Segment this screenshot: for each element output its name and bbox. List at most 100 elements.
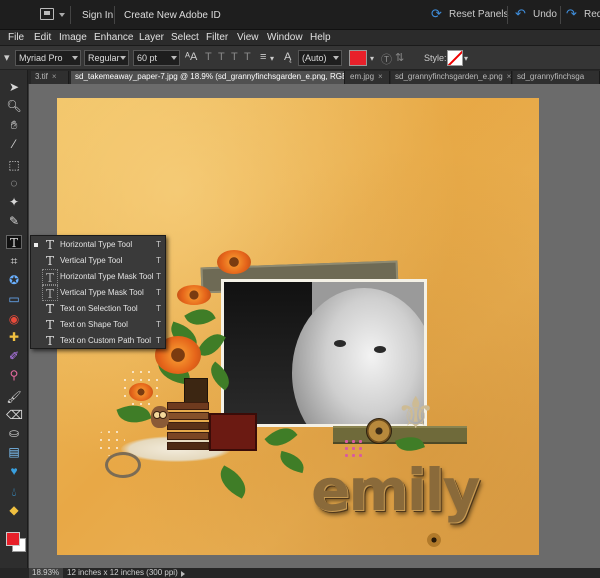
zoom-level[interactable]: 18.93% [29,568,63,578]
eraser-tool-icon[interactable]: ⌫ [6,408,23,422]
blur-tool-icon[interactable]: 💧︎ [6,485,22,499]
smart-brush-tool-icon[interactable]: ✐ [6,349,22,363]
undo-button[interactable]: Undo [533,9,557,20]
style-picker[interactable] [447,50,463,66]
faux-italic-icon[interactable]: T [218,51,225,63]
divider [114,6,115,24]
foreground-color-swatch[interactable] [6,532,20,546]
magic-wand-tool-icon[interactable]: ✦ [6,195,22,209]
straighten-tool-icon[interactable]: ▭ [6,292,22,306]
shortcut-label: T [156,272,161,281]
chevron-down-icon[interactable] [59,13,65,17]
font-style-select[interactable]: Regular [84,50,129,66]
menu-item-label: Vertical Type Tool [60,256,123,265]
tab-document-3[interactable]: em.jpg × [346,71,390,84]
undo-icon[interactable]: ↶ [515,7,526,21]
chevron-down-icon[interactable]: ▾ [270,54,274,63]
divider [70,6,71,24]
eyedropper-tool-icon[interactable]: ⁄ [6,137,22,151]
lasso-tool-icon[interactable]: ◌ [6,176,22,190]
clone-stamp-tool-icon[interactable]: ⚲ [6,368,22,382]
menu-item-label: Text on Custom Path Tool [60,336,152,345]
chevron-down-icon[interactable]: ▾ [464,54,468,63]
chevron-right-icon[interactable] [181,571,185,577]
tab-document-5[interactable]: sd_grannyfinchsga [513,71,600,84]
menu-filter[interactable]: Filter [206,32,228,43]
menu-view[interactable]: View [237,32,259,43]
quick-selection-tool-icon[interactable]: ✎ [6,214,22,228]
hand-tool-icon[interactable]: ✋︎ [6,118,22,132]
type-tool-icon[interactable]: T [6,235,22,250]
chevron-down-icon[interactable]: ▾ [370,54,374,63]
status-bar-left [0,568,29,578]
sponge-tool-icon[interactable]: ◆ [6,503,22,517]
zoom-tool-icon[interactable]: 🔍︎ [6,99,22,113]
leading-select[interactable]: (Auto) [298,50,342,66]
tab-document-4[interactable]: sd_grannyfinchsgarden_e.png × [391,71,512,84]
tab-label: 3.tif [35,72,48,81]
menu-item-vertical-type-mask-tool[interactable]: T Vertical Type Mask Tool T [31,285,167,301]
brush-tool-icon[interactable]: 🖌︎ [6,390,22,404]
text-color-swatch[interactable] [349,50,367,66]
paint-bucket-tool-icon[interactable]: ⛀ [6,426,22,440]
close-icon[interactable]: × [378,72,383,81]
menu-item-label: Horizontal Type Mask Tool [60,272,154,281]
menu-file[interactable]: File [8,32,24,43]
document-info: 12 inches x 12 inches (300 ppi) [67,568,178,577]
anti-alias-icon[interactable]: ᴬA [185,51,197,63]
change-orientation-icon[interactable]: ⇅ [395,51,404,64]
menu-item-text-on-custom-path-tool[interactable]: T Text on Custom Path Tool T [31,333,167,349]
menu-window[interactable]: Window [267,32,303,43]
menu-item-horizontal-type-mask-tool[interactable]: T Horizontal Type Mask Tool T [31,269,167,285]
faux-bold-icon[interactable]: T [205,51,212,63]
menu-image[interactable]: Image [59,32,87,43]
close-icon[interactable]: × [507,72,511,81]
tab-document-2[interactable]: sd_takemeaway_paper-7.jpg @ 18.9% (sd_gr… [71,71,345,84]
reset-panels-icon[interactable]: ⟳ [431,7,442,21]
menu-enhance[interactable]: Enhance [94,32,133,43]
sign-in-link[interactable]: Sign In [82,10,113,21]
menu-item-label: Horizontal Type Tool [60,240,133,249]
gradient-tool-icon[interactable]: ▤ [6,445,22,459]
tool-preset-icon[interactable]: ▾ [4,51,10,64]
reset-panels-button[interactable]: Reset Panels [449,9,508,20]
type-tool-flyout-menu: T Horizontal Type Tool T T Vertical Type… [30,235,166,349]
red-box [209,413,257,451]
tab-document-1[interactable]: 3.tif × [31,71,69,84]
menu-item-horizontal-type-tool[interactable]: T Horizontal Type Tool T [31,237,167,253]
redo-button[interactable]: Red [584,9,600,20]
book [167,432,209,440]
warp-text-icon[interactable]: Ⓣ [381,51,392,67]
custom-shape-tool-icon[interactable]: ♥ [6,464,22,478]
horizontal-type-icon: T [45,238,54,252]
divider [560,6,561,24]
menu-help[interactable]: Help [310,32,331,43]
underline-icon[interactable]: T [231,51,238,63]
menu-item-vertical-type-tool[interactable]: T Vertical Type Tool T [31,253,167,269]
application-bar: Sign In Create New Adobe ID ⟳ Reset Pane… [0,0,600,30]
shortcut-label: T [156,304,161,313]
healing-brush-tool-icon[interactable]: ✚ [6,330,22,344]
cookie-cutter-tool-icon[interactable]: ✪ [6,273,22,287]
font-size-select[interactable]: 60 pt [133,50,180,66]
menu-layer[interactable]: Layer [139,32,164,43]
font-family-select[interactable]: Myriad Pro [15,50,81,66]
align-text-icon[interactable]: ≡ [260,51,266,63]
menu-edit[interactable]: Edit [34,32,51,43]
menu-item-text-on-shape-tool[interactable]: T Text on Shape Tool T [31,317,167,333]
marquee-tool-icon[interactable]: ⬚ [6,158,22,172]
wire-hoop [105,452,141,478]
redo-icon[interactable]: ↷ [566,7,577,21]
crop-tool-icon[interactable]: ⌗ [6,254,22,268]
strikethrough-icon[interactable]: T [244,51,251,63]
close-icon[interactable]: × [52,72,57,81]
red-eye-tool-icon[interactable]: ◉ [6,312,22,326]
menu-select[interactable]: Select [171,32,199,43]
create-adobe-id-link[interactable]: Create New Adobe ID [124,10,221,21]
style-label: Style: [424,53,447,63]
menu-item-text-on-selection-tool[interactable]: T Text on Selection Tool T [31,301,167,317]
shortcut-label: T [156,240,161,249]
tab-label: em.jpg [350,72,375,81]
workspace-switcher-icon[interactable] [40,8,54,20]
move-tool-icon[interactable]: ➤ [6,80,22,94]
